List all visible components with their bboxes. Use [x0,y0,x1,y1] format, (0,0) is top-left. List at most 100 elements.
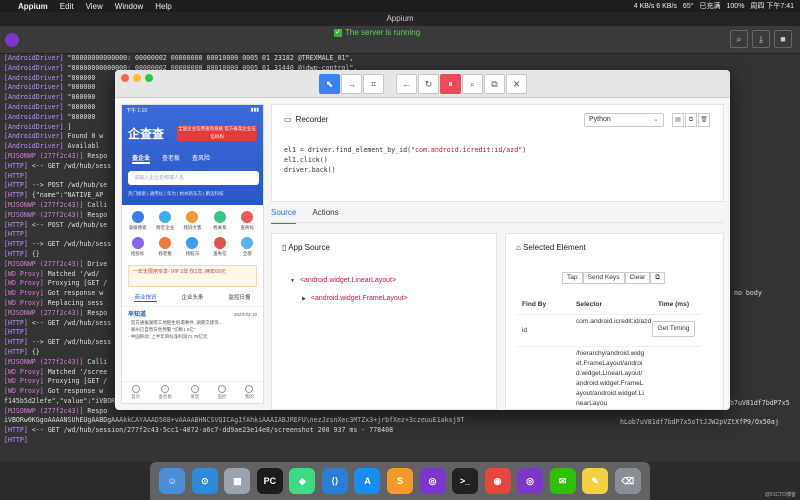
grid-icon [241,211,254,223]
refresh-icon[interactable]: ↻ [418,74,439,94]
selector-cell: /hierarchy/android.widget.FrameLayout/an… [576,350,645,406]
tree-node[interactable]: ▶ <android.widget.FrameLayout> [290,290,408,308]
log-tag: [AndroidDriver] [4,102,64,111]
close-window-button[interactable] [121,74,129,82]
news-item[interactable]: · 郑州已自然灰色预警 "切断1.5亿" [128,326,257,333]
tree-node[interactable]: ▼ <android.widget.LinearLayout> [290,272,408,290]
log-tag: [AndroidDriver] [4,73,64,82]
grid-item[interactable]: 找同大客 [179,211,206,231]
menu-edit[interactable]: Edit [60,2,74,11]
bottom-nav-item[interactable]: 我的 [245,385,254,400]
log-tag: [AndroidDriver] [4,122,64,131]
menu-window[interactable]: Window [115,2,143,11]
dock-vs-code-icon[interactable]: ⟨⟩ [321,468,348,494]
log-overflow-text: hLob7uV81df7bdP7x5oTtJJW2pVZtXfP9/Ox50aj [620,418,779,426]
log-tag: [MJSONWP (277f2c43)] [4,259,84,268]
bottom-nav-item[interactable]: 发现 [190,385,199,400]
search-logs-button[interactable]: ⌕ [730,30,748,48]
dock-app-store-icon[interactable]: A [354,468,381,494]
copy-code-icon[interactable]: ⧉ [685,113,697,127]
pause-recording-icon[interactable]: ⏸ [440,74,461,94]
search-icon[interactable]: ⌕ [462,74,483,94]
stop-server-button[interactable]: ■ [774,30,792,48]
selected-element-panel: ⌂ Selected Element Tap Send Keys Clear ⧉… [505,233,724,410]
action-cell [646,347,701,406]
news-tab[interactable]: 企业头条 [181,293,203,302]
inspector-window: ⬉ → ⌗ ← ↻ ⏸ ⌕ ⧉ ✕ 下午 1:10 ▮▮▮ 企查查 全国企业信用… [115,70,730,410]
dock-wechat-icon[interactable]: ✉ [549,468,576,494]
dock-launchpad-icon[interactable]: ▦ [224,468,251,494]
grid-item[interactable]: 找股东 [179,237,206,257]
grid-item[interactable]: 全部 [234,237,261,257]
minimize-window-button[interactable] [133,74,141,82]
app-banner[interactable]: 全国企业信用查询系统 官方备案企业征信机构 [177,125,257,141]
app-tab[interactable]: 查风险 [192,153,210,164]
news-item[interactable]: · 官方通报湖南工地陌生坍塌事件, 湖南交建等... [128,319,257,326]
news-list[interactable]: 早知道 2023-03-10 · 官方通报湖南工地陌生坍塌事件, 湖南交建等..… [122,307,263,344]
tap-button[interactable]: Tap [562,272,583,284]
grid-label: 找老板 [158,251,172,256]
clear-actions-icon[interactable]: 🗑 [698,113,710,127]
collapsed-arrow-icon[interactable]: ▶ [302,296,306,302]
download-logs-button[interactable]: ⤓ [752,30,770,48]
log-tag: [AndroidDriver] [4,54,64,62]
expanded-arrow-icon[interactable]: ▼ [290,278,295,284]
dock-notes-icon[interactable]: ✎ [582,468,609,494]
dock-sublime-icon[interactable]: S [386,468,413,494]
dock-android-studio-icon[interactable]: ◆ [289,468,316,494]
zoom-window-button[interactable] [145,74,153,82]
dock-chrome-icon[interactable]: ◉ [484,468,511,494]
grid-item[interactable]: 找老板 [151,237,178,257]
log-tag: [WD Proxy] [4,289,44,298]
bottom-nav-item[interactable]: 首页 [131,385,140,400]
dock-safari-icon[interactable]: ⊙ [191,468,218,494]
bottom-nav-item[interactable]: 查老板 [158,385,172,400]
app-tab[interactable]: 查企业 [132,153,151,164]
get-timing-button[interactable]: Get Timing [651,321,696,337]
clear-button[interactable]: Clear [624,272,651,284]
hot-searches[interactable]: 热门搜索 | 通用仪 | 华为 | 杭州新东方 | 鹏迈科技 [128,191,224,197]
log-text: Respo [87,151,108,160]
code-line: driver.back() [284,165,526,175]
dock-pycharm-icon[interactable]: PC [256,468,283,494]
copy-attributes-icon[interactable]: ⧉ [650,272,666,284]
menubar-status: 4 KB/s 6 KB/s 65° 已充满 100% 周四 下午7:41 [634,1,794,11]
grid-item[interactable]: 找关系 [206,211,233,231]
grid-item[interactable]: 查失信 [206,237,233,257]
vip-ad[interactable]: 一年无限用专享· VIP 2年 仅1年, 两年69元 [128,265,257,287]
select-element-icon[interactable]: ⬉ [319,74,340,94]
menubar: Appium Edit View Window Help 4 KB/s 6 KB… [0,0,800,12]
copy-xml-icon[interactable]: ⧉ [484,74,505,94]
back-icon[interactable]: ← [396,74,417,94]
dock-terminal-icon[interactable]: >_ [452,468,479,494]
quit-session-icon[interactable]: ✕ [506,74,527,94]
device-screenshot[interactable]: 下午 1:10 ▮▮▮ 企查查 全国企业信用查询系统 官方备案企业征信机构 查企… [121,104,264,404]
log-text: --> GET /wd/hub/sess [31,240,112,249]
grid-item[interactable]: 高级搜索 [124,211,151,231]
grid-item[interactable]: 附近企业 [151,211,178,231]
dock-finder-icon[interactable]: ☺ [159,468,186,494]
grid-item[interactable]: 招投标 [124,237,151,257]
bottom-nav: 首页 查老板 发现 监控 我的 [122,381,263,403]
news-item[interactable]: · 中国移动: 上半年目标净利润71.79亿元 [128,333,257,340]
menu-help[interactable]: Help [155,2,171,11]
language-select[interactable]: Python ⌄ [584,113,664,127]
log-text: ] [67,122,72,131]
dock-appium-icon[interactable]: ◎ [517,468,544,494]
menu-app-name[interactable]: Appium [18,2,48,11]
grid-item[interactable]: 查商标 [234,211,261,231]
show-boilerplate-icon[interactable]: ▤ [672,113,684,127]
recorder-title: ▭ Recorder [284,115,329,124]
app-tab[interactable]: 查老板 [162,153,180,164]
bottom-nav-item[interactable]: 监控 [218,385,227,400]
watermark: @51CTO博客 [764,492,796,498]
swipe-icon[interactable]: → [341,74,362,94]
app-search-input[interactable]: 请输入企业名称或人名 [128,171,259,185]
tap-coordinates-icon[interactable]: ⌗ [363,74,384,94]
send-keys-button[interactable]: Send Keys [582,272,625,284]
news-tab[interactable]: 监控日报 [228,293,250,302]
news-tab[interactable]: 商业快讯 [134,293,157,302]
dock-trash-icon[interactable]: ⌫ [614,468,641,494]
menu-view[interactable]: View [86,2,103,11]
dock-appium-mac-icon[interactable]: ◎ [419,468,446,494]
